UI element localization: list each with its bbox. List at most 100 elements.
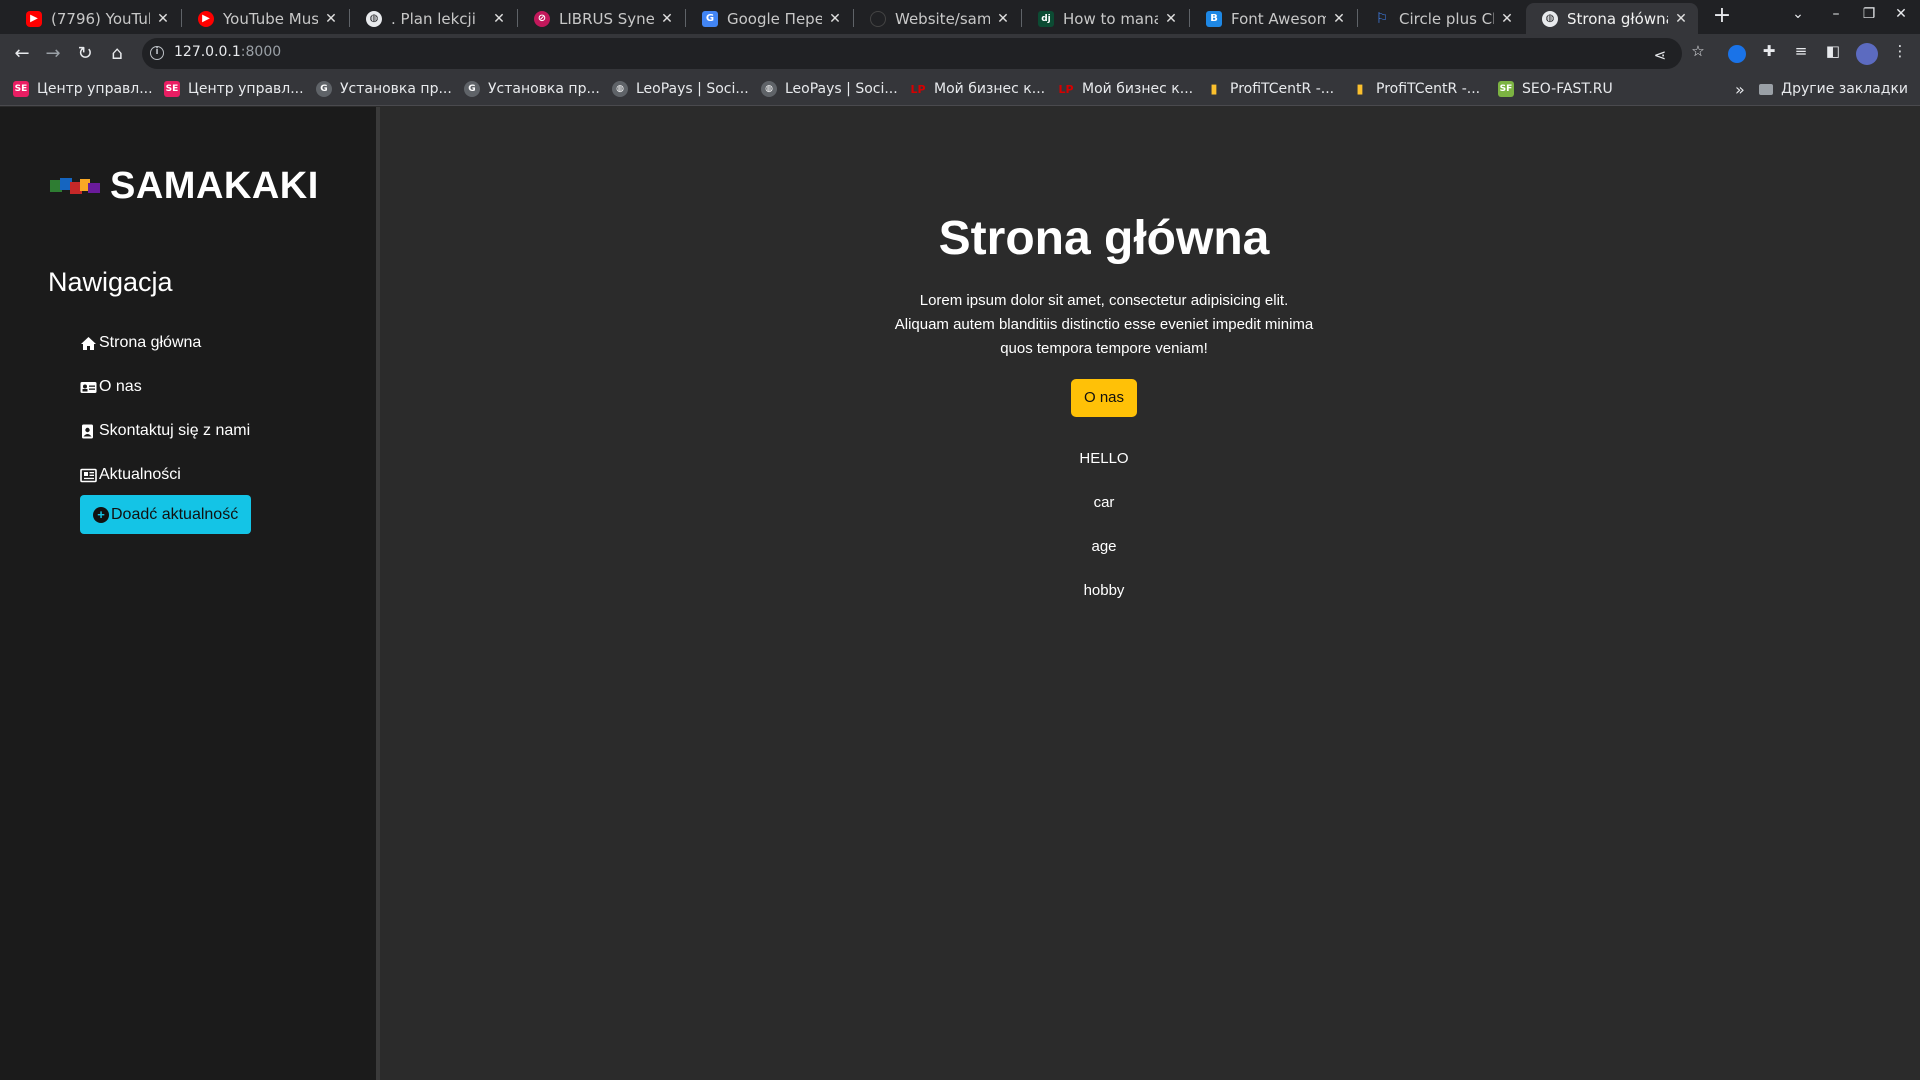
bookmark-item[interactable]: SE Центр управл... [13, 79, 153, 99]
tab-librus[interactable]: ⊘ LIBRUS Synergia ✕ [518, 3, 684, 34]
tab-title: Font Awesome [1231, 9, 1326, 28]
home-icon [81, 336, 96, 350]
close-icon[interactable]: ✕ [492, 11, 506, 27]
tab-plan-lekcji[interactable]: ◍ . Plan lekcji ✕ [350, 3, 516, 34]
nav-item-label: O nas [99, 378, 142, 395]
tab-django[interactable]: dj How to manage ✕ [1022, 3, 1188, 34]
bookmark-label: Центр управл... [188, 81, 304, 97]
about-button[interactable]: O nas [1071, 379, 1137, 417]
menu-kebab-icon[interactable]: ⋮ [1890, 42, 1910, 60]
close-icon[interactable]: ✕ [996, 11, 1010, 27]
youtube-icon: ▶ [26, 10, 42, 27]
close-icon[interactable]: ✕ [828, 11, 842, 27]
other-bookmarks[interactable]: Другие закладки [1759, 79, 1908, 99]
close-icon[interactable]: ✕ [1500, 11, 1514, 27]
bookmark-label: LeoPays | Soci... [636, 81, 749, 97]
web-page: SAMAKAKI Nawigacja Strona główna O nas S… [0, 107, 1920, 1080]
tab-title: Website/samakaki [895, 9, 990, 28]
tab-youtube[interactable]: ▶ (7796) YouTube ✕ [10, 3, 180, 34]
brand[interactable]: SAMAKAKI [50, 165, 319, 208]
back-icon[interactable]: ← [9, 41, 35, 67]
bookmark-item[interactable]: SF SEO-FAST.RU [1498, 79, 1613, 99]
bookmark-item[interactable]: ◍ LeoPays | Soci... [612, 79, 749, 99]
bookmark-item[interactable]: SE Центр управл... [164, 79, 304, 99]
reload-icon[interactable]: ↻ [72, 41, 98, 67]
close-icon[interactable]: ✕ [1164, 11, 1178, 27]
youtube-music-icon: ▶ [198, 10, 214, 27]
list-item: car [1093, 494, 1115, 511]
globe-icon: ◍ [612, 81, 628, 97]
bookmark-label: LeoPays | Soci... [785, 81, 898, 97]
nav-item-news[interactable]: Aktualności [80, 453, 250, 497]
bookmark-item[interactable]: ◍ LeoPays | Soci... [761, 79, 898, 99]
address-url: 127.0.0.1:8000 [174, 44, 281, 60]
se-icon: SE [13, 81, 29, 97]
sf-icon: SF [1498, 81, 1514, 97]
tab-strip: ▶ (7796) YouTube ✕ ▶ YouTube Music ✕ ◍ .… [0, 0, 1920, 34]
nav-item-home[interactable]: Strona główna [80, 321, 250, 365]
tab-font-awesome[interactable]: B Font Awesome ✕ [1190, 3, 1356, 34]
nav-heading: Nawigacja [48, 267, 173, 297]
bookmark-star-icon[interactable]: ☆ [1688, 42, 1708, 60]
new-tab-button[interactable]: + [1710, 5, 1734, 29]
restore-icon[interactable]: ❐ [1857, 6, 1881, 22]
tab-youtube-music[interactable]: ▶ YouTube Music ✕ [182, 3, 348, 34]
close-icon[interactable]: ✕ [660, 11, 674, 27]
tab-title: Google Переводчик [727, 9, 822, 28]
flag-icon: ⚐ [1375, 10, 1389, 27]
contact-icon [82, 424, 93, 438]
main-content: Strona główna Lorem ipsum dolor sit amet… [384, 107, 1920, 1080]
extensions-puzzle-icon[interactable]: ✚ [1759, 42, 1779, 60]
profile-avatar-icon[interactable] [1856, 43, 1878, 65]
forward-icon[interactable]: → [40, 41, 66, 67]
librus-icon: ⊘ [534, 10, 550, 27]
home-icon[interactable]: ⌂ [104, 41, 130, 67]
add-news-button[interactable]: + Doadć aktualność [80, 495, 252, 534]
tab-github[interactable]: Website/samakaki ✕ [854, 3, 1020, 34]
django-icon: dj [1038, 10, 1054, 27]
bookmark-item[interactable]: G Установка пр... [316, 79, 452, 99]
data-list: HELLO car age hobby [1004, 437, 1204, 613]
bookmarks-overflow-icon[interactable]: » [1735, 79, 1745, 99]
nav-item-label: Strona główna [99, 334, 202, 351]
nav-item-contact[interactable]: Skontaktuj się z nami [80, 409, 250, 453]
minimize-icon[interactable]: – [1824, 6, 1848, 22]
g-icon: G [464, 81, 480, 97]
bookmarks-bar: SE Центр управл... SE Центр управл... G Уст… [0, 73, 1920, 106]
tab-search-icon[interactable]: ⌄ [1786, 6, 1810, 22]
side-panel-icon[interactable]: ◧ [1823, 42, 1843, 60]
bookmark-item[interactable]: G Установка пр... [464, 79, 600, 99]
tab-circle-plus[interactable]: ⚐ Circle plus Class ✕ [1358, 3, 1524, 34]
list-item: hobby [1083, 582, 1125, 599]
site-info-icon[interactable]: i [150, 46, 164, 60]
bookmark-item[interactable]: LP Мой бизнес к... [1058, 79, 1193, 99]
globe-icon: ◍ [366, 10, 382, 27]
globe-icon: ◍ [1542, 10, 1558, 27]
close-icon[interactable]: ✕ [156, 11, 170, 27]
bookmark-label: ProfiTCentR -... [1230, 81, 1335, 97]
close-icon[interactable]: ✕ [324, 11, 338, 27]
bootstrap-icon: B [1206, 10, 1222, 27]
close-icon[interactable]: ✕ [1332, 11, 1346, 27]
se-icon: SE [164, 81, 180, 97]
tab-title: . Plan lekcji [391, 9, 476, 28]
close-icon[interactable]: ✕ [1674, 11, 1688, 27]
nav-item-about[interactable]: O nas [80, 365, 250, 409]
tab-google-translate[interactable]: G Google Переводчик ✕ [686, 3, 852, 34]
add-news-label: Doadć aktualność [111, 505, 239, 523]
brand-logo-icon [50, 177, 100, 194]
bookmark-item[interactable]: LP Мой бизнес к... [910, 79, 1045, 99]
brand-name: SAMAKAKI [110, 165, 319, 207]
extension-blue-icon[interactable] [1728, 45, 1746, 63]
lead-text: Lorem ipsum dolor sit amet, consectetur … [894, 292, 1314, 357]
bookmark-label: ProfiTCentR -... [1376, 81, 1481, 97]
address-bar[interactable]: i 127.0.0.1:8000 ⋖ [142, 38, 1682, 69]
reading-list-icon[interactable]: ≡ [1791, 42, 1811, 60]
bookmark-label: Установка пр... [488, 81, 600, 97]
bookmark-label: Мой бизнес к... [934, 81, 1046, 97]
bookmark-item[interactable]: ▮ ProfiTCentR -... [1352, 79, 1480, 99]
share-icon[interactable]: ⋖ [1650, 46, 1670, 64]
close-window-icon[interactable]: ✕ [1889, 6, 1913, 22]
tab-strona-glowna[interactable]: ◍ Strona główna ✕ [1526, 3, 1698, 34]
bookmark-item[interactable]: ▮ ProfiTCentR -... [1206, 79, 1334, 99]
